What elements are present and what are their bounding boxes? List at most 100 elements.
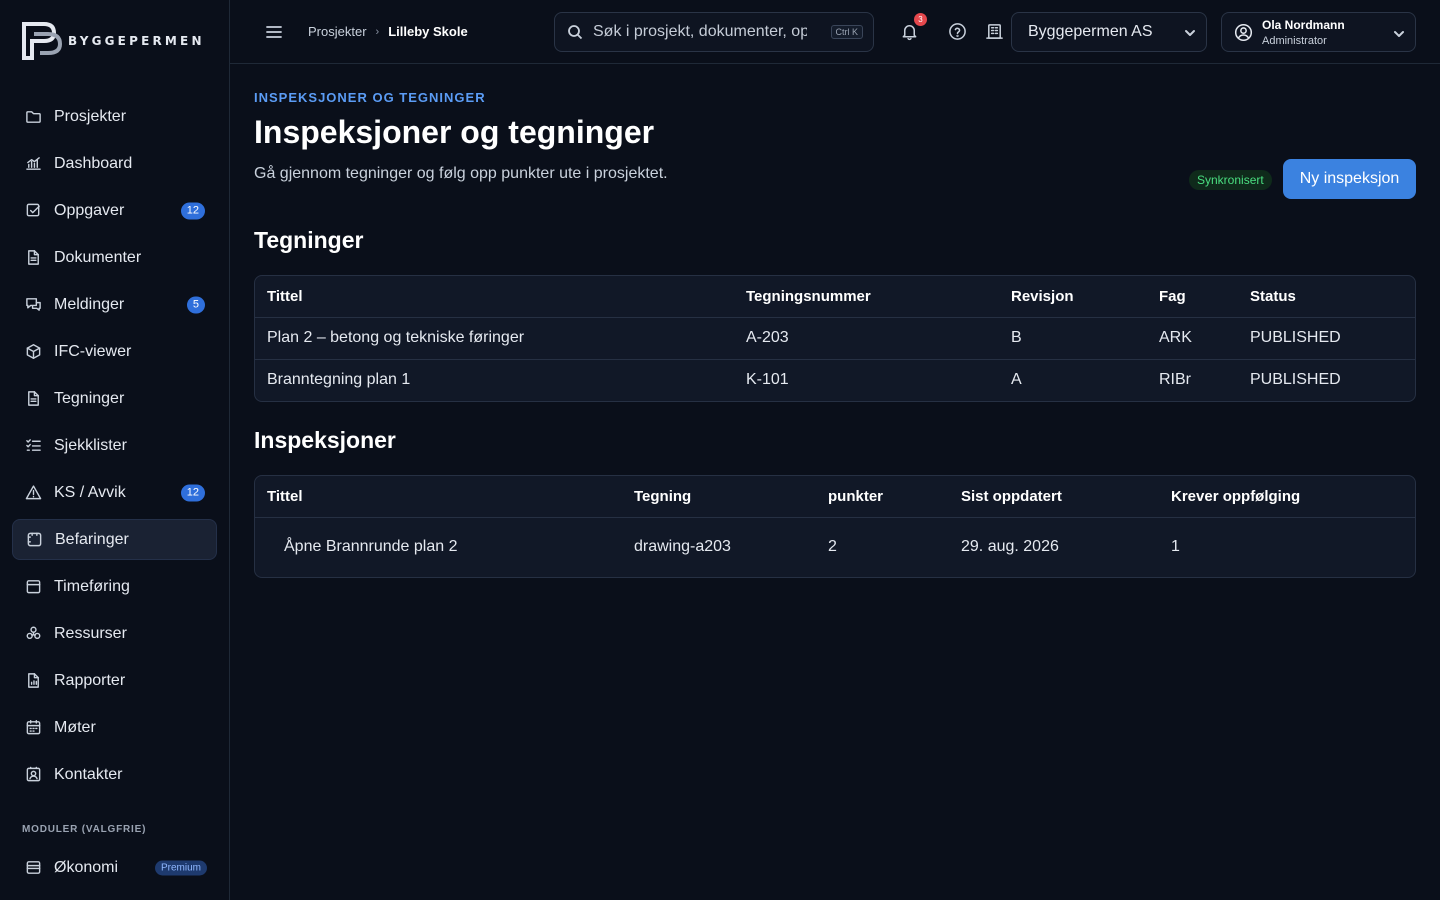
company-switch-button[interactable] xyxy=(983,20,1005,42)
sidebar-item-tegninger[interactable]: Tegninger xyxy=(12,378,217,419)
drawing-title-cell: Branntegning plan 1 xyxy=(267,371,411,389)
sidebar-item-møter[interactable]: Møter xyxy=(12,707,217,748)
sidebar-item-sjekklister[interactable]: Sjekklister xyxy=(12,425,217,466)
document-icon xyxy=(24,390,42,408)
drawing-title-cell: Plan 2 – betong og tekniske føringer xyxy=(255,317,734,360)
sidebar-item-økonomi[interactable]: Økonomi Premium xyxy=(12,847,217,888)
search-box[interactable]: Ctrl K xyxy=(554,12,874,52)
sidebar-item-label: Dokumenter xyxy=(54,248,142,266)
document-icon xyxy=(24,249,42,267)
sidebar-item-dokumenter[interactable]: Dokumenter xyxy=(12,237,217,278)
table-row[interactable]: Åpne Brannrunde plan 2 drawing-a203 2 29… xyxy=(255,517,1415,577)
drawing-number-cell: A-203 xyxy=(734,317,999,360)
page-eyebrow: INSPEKSJONER OG TEGNINGER xyxy=(254,90,486,105)
logo-mark-icon xyxy=(22,22,63,60)
contacts-icon xyxy=(24,766,42,784)
sidebar-item-label: Befaringer xyxy=(55,530,129,548)
chevron-down-icon xyxy=(1393,27,1405,39)
sidebar-item-timeføring[interactable]: Timeføring xyxy=(12,566,217,607)
breadcrumb-projects-link[interactable]: Prosjekter xyxy=(308,24,367,39)
page-title: Inspeksjoner og tegninger xyxy=(254,114,655,150)
sidebar-item-label: Dashboard xyxy=(54,154,133,172)
column-header[interactable]: Krever oppfølging xyxy=(1159,476,1415,518)
drawing-revision-cell: A xyxy=(1011,371,1022,389)
notifications-button[interactable]: 3 xyxy=(898,13,927,42)
breadcrumb-separator-icon: › xyxy=(375,25,380,38)
building-icon xyxy=(985,23,1003,39)
hamburger-icon xyxy=(266,26,282,38)
folder-icon xyxy=(24,108,42,126)
column-header[interactable]: Revisjon xyxy=(999,276,1147,318)
table-row[interactable]: Plan 2 – betong og tekniske føringer A-2… xyxy=(255,317,1415,360)
sidebar-item-prosjekter[interactable]: Prosjekter xyxy=(12,96,217,137)
top-header: Prosjekter › Lilleby Skole Ctrl K 3 Bygg… xyxy=(230,0,1440,64)
notifications-count-badge: 3 xyxy=(914,13,927,26)
sidebar-item-ifc-viewer[interactable]: IFC-viewer xyxy=(12,331,217,372)
inspection-followup-cell: 1 xyxy=(1171,538,1180,556)
report-icon xyxy=(24,672,42,690)
user-menu[interactable]: Ola Nordmann Administrator xyxy=(1221,12,1416,52)
sidebar-item-oppgaver[interactable]: Oppgaver 12 xyxy=(12,190,217,231)
column-header[interactable]: Tegning xyxy=(622,476,816,518)
search-icon xyxy=(568,25,583,40)
sidebar-item-label: KS / Avvik xyxy=(54,483,126,501)
column-header[interactable]: Sist oppdatert xyxy=(949,476,1159,518)
sidebar-item-label: Økonomi xyxy=(54,858,119,876)
sidebar-item-befaringer[interactable]: Befaringer xyxy=(12,519,217,560)
sync-status-badge: Synkronisert xyxy=(1189,170,1272,190)
meeting-icon xyxy=(24,719,42,737)
column-header[interactable]: Status xyxy=(1238,276,1415,318)
brand-logo[interactable]: BYGGEPERMEN xyxy=(22,20,205,62)
sidebar-item-count-badge: 12 xyxy=(180,202,205,219)
drawing-discipline-cell: RIBr xyxy=(1159,371,1191,389)
user-name: Ola Nordmann xyxy=(1262,18,1345,32)
sidebar-item-rapporter[interactable]: Rapporter xyxy=(12,660,217,701)
drawings-table-card: Tittel Tegningsnummer Revisjon Fag Statu… xyxy=(254,275,1416,402)
sidebar-item-label: Rapporter xyxy=(54,671,126,689)
sidebar-item-label: Kontakter xyxy=(54,765,123,783)
company-select-value: Byggepermen AS xyxy=(1028,23,1153,40)
sidebar-item-meldinger[interactable]: Meldinger 5 xyxy=(12,284,217,325)
sidebar: BYGGEPERMEN Prosjekter Dashboard Oppgaver 1… xyxy=(0,0,230,900)
column-header[interactable]: Fag xyxy=(1147,276,1238,318)
sidebar-item-label: Tegninger xyxy=(54,389,125,407)
sidebar-item-label: Prosjekter xyxy=(54,107,127,125)
drawings-section-title: Tegninger xyxy=(254,227,364,253)
calendar-icon xyxy=(24,578,42,596)
help-button[interactable] xyxy=(946,20,968,42)
menu-toggle-button[interactable] xyxy=(264,22,284,42)
checklist-icon xyxy=(24,437,42,455)
cube-icon xyxy=(24,343,42,361)
inspection-updated-cell: 29. aug. 2026 xyxy=(961,538,1059,556)
chevron-down-icon xyxy=(1184,26,1196,38)
column-header[interactable]: Tittel xyxy=(255,276,734,318)
column-header[interactable]: Tegningsnummer xyxy=(734,276,999,318)
page-subtitle: Gå gjennom tegninger og følg opp punkter… xyxy=(254,165,668,182)
sidebar-item-count-badge: 12 xyxy=(180,484,205,501)
column-header[interactable]: Tittel xyxy=(255,476,622,518)
sidebar-item-kontakter[interactable]: Kontakter xyxy=(12,754,217,795)
column-header[interactable]: punkter xyxy=(816,476,949,518)
new-inspection-button[interactable]: Ny inspeksjon xyxy=(1283,159,1416,199)
search-input[interactable] xyxy=(593,23,807,41)
brand-name: BYGGEPERMEN xyxy=(68,34,205,48)
messages-icon xyxy=(24,296,42,314)
resources-icon xyxy=(24,625,42,643)
drawings-table: Tittel Tegningsnummer Revisjon Fag Statu… xyxy=(255,276,1415,401)
sidebar-item-ks-avvik[interactable]: KS / Avvik 12 xyxy=(12,472,217,513)
table-row[interactable]: Branntegning plan 1 K-101 A RIBr PUBLISH… xyxy=(255,359,1415,401)
help-icon xyxy=(948,22,966,40)
economy-icon xyxy=(24,859,42,877)
sidebar-nav: Prosjekter Dashboard Oppgaver 12 Dokumenter M… xyxy=(12,96,217,801)
company-select[interactable]: Byggepermen AS xyxy=(1011,12,1207,52)
inspections-section-title: Inspeksjoner xyxy=(254,427,396,453)
sidebar-item-label: Oppgaver xyxy=(54,201,125,219)
user-circle-icon xyxy=(1234,23,1253,42)
sidebar-item-dashboard[interactable]: Dashboard xyxy=(12,143,217,184)
drawing-number-cell: K-101 xyxy=(746,371,789,389)
user-role: Administrator xyxy=(1262,35,1327,47)
drawing-discipline-cell: ARK xyxy=(1147,317,1238,360)
drawing-status-cell: PUBLISHED xyxy=(1238,317,1415,360)
sidebar-item-label: Timeføring xyxy=(54,577,130,595)
sidebar-item-ressurser[interactable]: Ressurser xyxy=(12,613,217,654)
